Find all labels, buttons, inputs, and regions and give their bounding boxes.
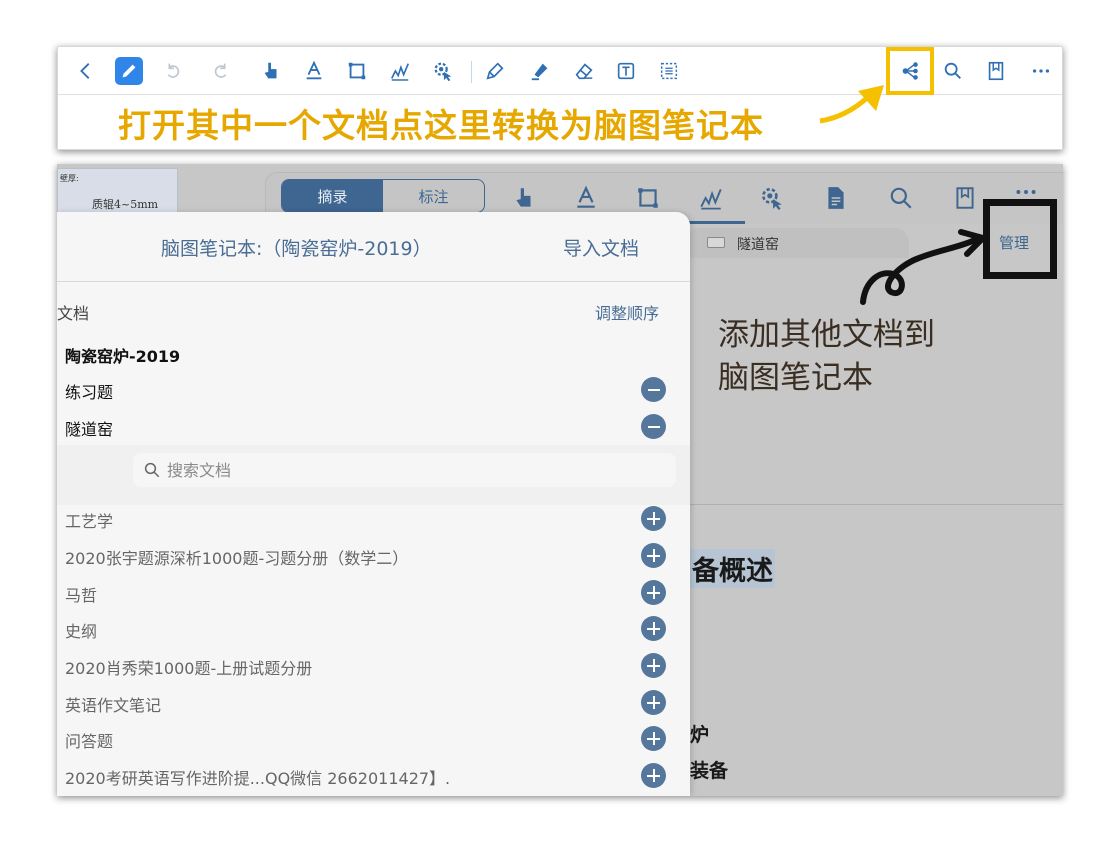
thumbnail-text: 质辊4~5mm — [92, 198, 159, 211]
tab-annotate[interactable]: 标注 — [383, 180, 484, 212]
add-document-button[interactable] — [641, 506, 666, 531]
document-name: 工艺学 — [65, 512, 114, 531]
available-document-row[interactable]: 2020考研英语写作进阶提...QQ微信 2662011427】. — [57, 757, 690, 794]
toolbar-screenshot: 打开其中一个文档点这里转换为脑图笔记本 — [57, 46, 1063, 150]
background-heading: 备概述 — [690, 549, 775, 588]
import-document-button[interactable]: 导入文档 — [563, 234, 639, 261]
pencil-icon[interactable] — [115, 57, 143, 85]
document-name: 2020肖秀荣1000题-上册试题分册 — [65, 659, 313, 678]
current-document-row[interactable]: 隧道窑 — [57, 409, 690, 445]
reorder-button[interactable]: 调整顺序 — [595, 300, 659, 324]
cursor-settings-icon[interactable] — [757, 183, 787, 213]
document-name: 隧道窑 — [65, 420, 114, 439]
text-underline-icon[interactable] — [571, 183, 601, 213]
current-document-row[interactable]: 练习题 — [57, 372, 690, 408]
signature-icon[interactable] — [386, 57, 414, 85]
available-document-row[interactable]: 问答题 — [57, 720, 690, 757]
document-name: 英语作文笔记 — [65, 696, 162, 715]
available-document-row[interactable]: 2020张宇题源深析1000题-习题分册（数学二） — [57, 537, 690, 574]
add-document-button[interactable] — [641, 580, 666, 605]
background-text: 装备 — [690, 760, 729, 782]
add-document-button[interactable] — [641, 653, 666, 678]
cursor-settings-icon[interactable] — [429, 57, 457, 85]
bookmark-icon[interactable] — [950, 183, 980, 213]
remove-document-button[interactable] — [641, 377, 666, 402]
mode-segmented-control: 摘录 标注 — [281, 179, 485, 213]
mind-map-icon[interactable] — [896, 57, 924, 85]
add-document-button[interactable] — [641, 726, 666, 751]
current-document-row[interactable]: 陶瓷窑炉-2019 — [57, 336, 690, 372]
background-text: 炉 — [690, 724, 710, 746]
annotation-line: 添加其他文档到 — [718, 317, 935, 353]
pdf-toolbar — [58, 47, 1062, 95]
add-document-button[interactable] — [641, 616, 666, 641]
hand-pointer-icon[interactable] — [257, 57, 285, 85]
lasso-icon[interactable] — [655, 57, 683, 85]
available-document-row[interactable]: 马哲 — [57, 574, 690, 611]
document-name: 2020考研英语写作进阶提...QQ微信 2662011427】. — [65, 769, 451, 788]
tutorial-annotation-convert: 打开其中一个文档点这里转换为脑图笔记本 — [118, 106, 764, 145]
search-icon — [144, 462, 160, 478]
document-name: 练习题 — [65, 383, 114, 402]
remove-document-button[interactable] — [641, 414, 666, 439]
section-label: 文档 — [57, 304, 90, 323]
document-name: 2020张宇题源深析1000题-习题分册（数学二） — [65, 549, 409, 568]
search-input[interactable] — [167, 457, 647, 483]
available-document-row[interactable]: 英语作文笔记 — [57, 684, 690, 721]
search-icon[interactable] — [939, 57, 967, 85]
hand-drawn-arrow-icon — [860, 229, 986, 305]
document-icon[interactable] — [821, 183, 851, 213]
hand-pointer-icon[interactable] — [509, 183, 539, 213]
more-icon[interactable] — [1027, 57, 1055, 85]
pen-icon[interactable] — [481, 57, 509, 85]
yellow-arrow-icon — [819, 85, 884, 124]
tab-excerpt[interactable]: 摘录 — [282, 180, 383, 212]
add-document-button[interactable] — [641, 543, 666, 568]
search-bar — [57, 445, 690, 505]
undo-icon[interactable] — [159, 57, 187, 85]
document-name: 马哲 — [65, 586, 98, 605]
available-document-row[interactable]: 史纲 — [57, 610, 690, 647]
add-document-button[interactable] — [641, 763, 666, 788]
bookmark-icon[interactable] — [982, 57, 1010, 85]
rectangle-select-icon[interactable] — [633, 183, 663, 213]
popover-title: 脑图笔记本:（陶瓷窑炉-2019） — [161, 238, 432, 260]
document-name: 问答题 — [65, 732, 114, 751]
mind-map-notebook-popover: 脑图笔记本:（陶瓷窑炉-2019） 导入文档 文档 调整顺序 陶瓷窑炉-2019… — [57, 212, 690, 796]
toolbar-divider — [471, 61, 472, 83]
manage-button[interactable]: 管理 — [999, 232, 1029, 253]
popover-header: 脑图笔记本:（陶瓷窑炉-2019） 导入文档 — [57, 212, 690, 282]
text-box-icon[interactable] — [612, 57, 640, 85]
highlighter-icon[interactable] — [526, 57, 554, 85]
tutorial-canvas: 打开其中一个文档点这里转换为脑图笔记本 壁厚: 质辊4~5mm 摘录 标注 隧道… — [0, 0, 1120, 846]
search-box — [133, 453, 676, 487]
document-tab-label: 隧道窑 — [737, 237, 779, 253]
eraser-icon[interactable] — [570, 57, 598, 85]
available-document-row[interactable]: 工艺学 — [57, 500, 690, 537]
redo-icon[interactable] — [207, 57, 235, 85]
text-underline-icon[interactable] — [300, 57, 328, 85]
back-icon[interactable] — [72, 57, 100, 85]
active-tool-indicator — [681, 221, 745, 224]
rectangle-select-icon[interactable] — [343, 57, 371, 85]
add-document-button[interactable] — [641, 690, 666, 715]
tab-document-icon — [707, 237, 725, 248]
signature-icon[interactable] — [696, 183, 726, 213]
page-divider — [687, 504, 1063, 505]
search-icon[interactable] — [886, 183, 916, 213]
document-name: 陶瓷窑炉-2019 — [65, 347, 181, 366]
thumbnail-header: 壁厚: — [60, 174, 79, 183]
tutorial-annotation-add-docs: 添加其他文档到 脑图笔记本 — [718, 314, 935, 400]
available-document-row[interactable]: 2020肖秀荣1000题-上册试题分册 — [57, 647, 690, 684]
app-screenshot: 壁厚: 质辊4~5mm 摘录 标注 隧道窑 管理 添加其他文档到 脑图笔记本 备… — [57, 164, 1063, 796]
document-name: 史纲 — [65, 622, 98, 641]
annotation-line: 脑图笔记本 — [718, 360, 873, 396]
